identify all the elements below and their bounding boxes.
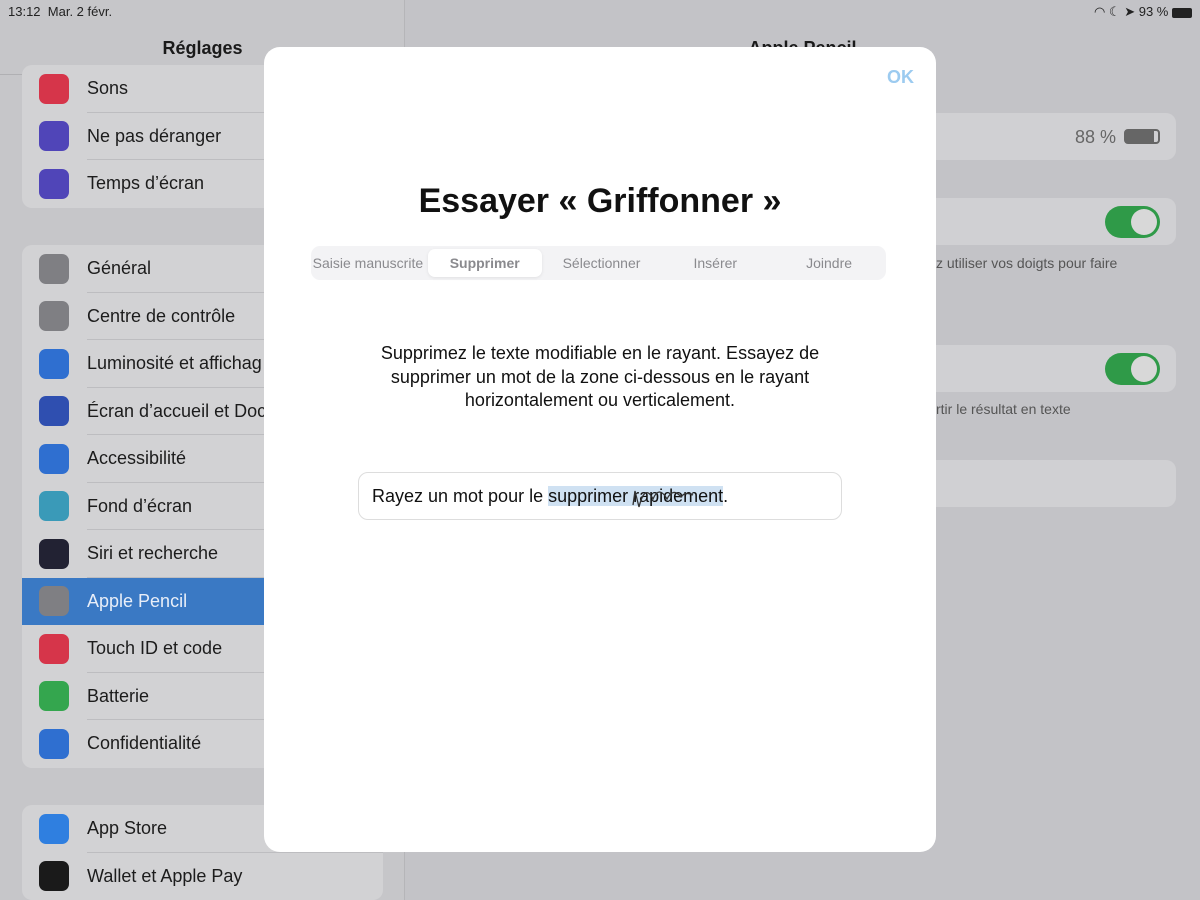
- battery-icon: [39, 681, 69, 712]
- tab-joindre[interactable]: Joindre: [772, 246, 886, 280]
- gear-icon: [39, 253, 69, 284]
- moon-icon: ☾: [1108, 4, 1121, 19]
- footer-text: rtir le résultat en texte: [936, 401, 1071, 417]
- status-battery: ◠ ☾ ➤ 93 %: [1094, 4, 1192, 20]
- siri-icon: [39, 538, 69, 569]
- sidebar-item-label: Wallet et Apple Pay: [87, 865, 243, 886]
- status-time-text: 13:12: [8, 4, 41, 19]
- footer-text: z utiliser vos doigts pour faire: [936, 255, 1118, 271]
- tab-selectionner[interactable]: Sélectionner: [545, 246, 659, 280]
- tab-supprimer[interactable]: Supprimer: [427, 249, 542, 277]
- practice-text-field[interactable]: Rayez un mot pour le supprimer rapidemen…: [358, 472, 842, 520]
- speaker-icon: [39, 73, 69, 104]
- field-text: Rayez un mot pour le: [372, 486, 549, 506]
- toggle-switch[interactable]: [1105, 353, 1160, 385]
- scribble-tutorial-modal: OK Essayer « Griffonner » Saisie manuscr…: [264, 47, 936, 852]
- status-time: 13:12 Mar. 2 févr.: [8, 4, 112, 19]
- ok-button[interactable]: OK: [887, 67, 914, 88]
- battery-icon: [1172, 7, 1192, 18]
- text-size-icon: [39, 348, 69, 379]
- field-text: .: [723, 486, 729, 506]
- sidebar-item[interactable]: Wallet et Apple Pay: [22, 853, 383, 900]
- wifi-icon: ◠: [1093, 4, 1106, 19]
- modal-title: Essayer « Griffonner »: [418, 182, 782, 220]
- segmented-control: Saisie manuscrite Supprimer Sélectionner…: [311, 246, 886, 280]
- battery-icon: [1124, 129, 1160, 144]
- tab-inserer[interactable]: Insérer: [658, 246, 772, 280]
- location-icon: ➤: [1124, 4, 1136, 19]
- toggle-switch[interactable]: [1105, 206, 1160, 238]
- scribble-stroke-icon: [632, 490, 694, 508]
- pencil-battery-value: 88 %: [1074, 127, 1116, 147]
- hand-icon: [39, 728, 69, 759]
- status-date-text: Mar. 2 févr.: [47, 4, 113, 19]
- tab-saisie-manuscrite[interactable]: Saisie manuscrite: [311, 246, 425, 280]
- home-grid-icon: [39, 396, 69, 427]
- instructions: Supprimez le texte modifiable en le raya…: [380, 343, 820, 410]
- wallet-icon: [39, 861, 69, 892]
- hourglass-icon: [39, 168, 69, 199]
- moon-icon: [39, 121, 69, 152]
- fingerprint-icon: [39, 633, 69, 664]
- switches-icon: [39, 301, 69, 332]
- accessibility-icon: [39, 443, 69, 474]
- flower-icon: [39, 491, 69, 522]
- pencil-icon: [39, 586, 69, 617]
- app-store-icon: [39, 813, 69, 844]
